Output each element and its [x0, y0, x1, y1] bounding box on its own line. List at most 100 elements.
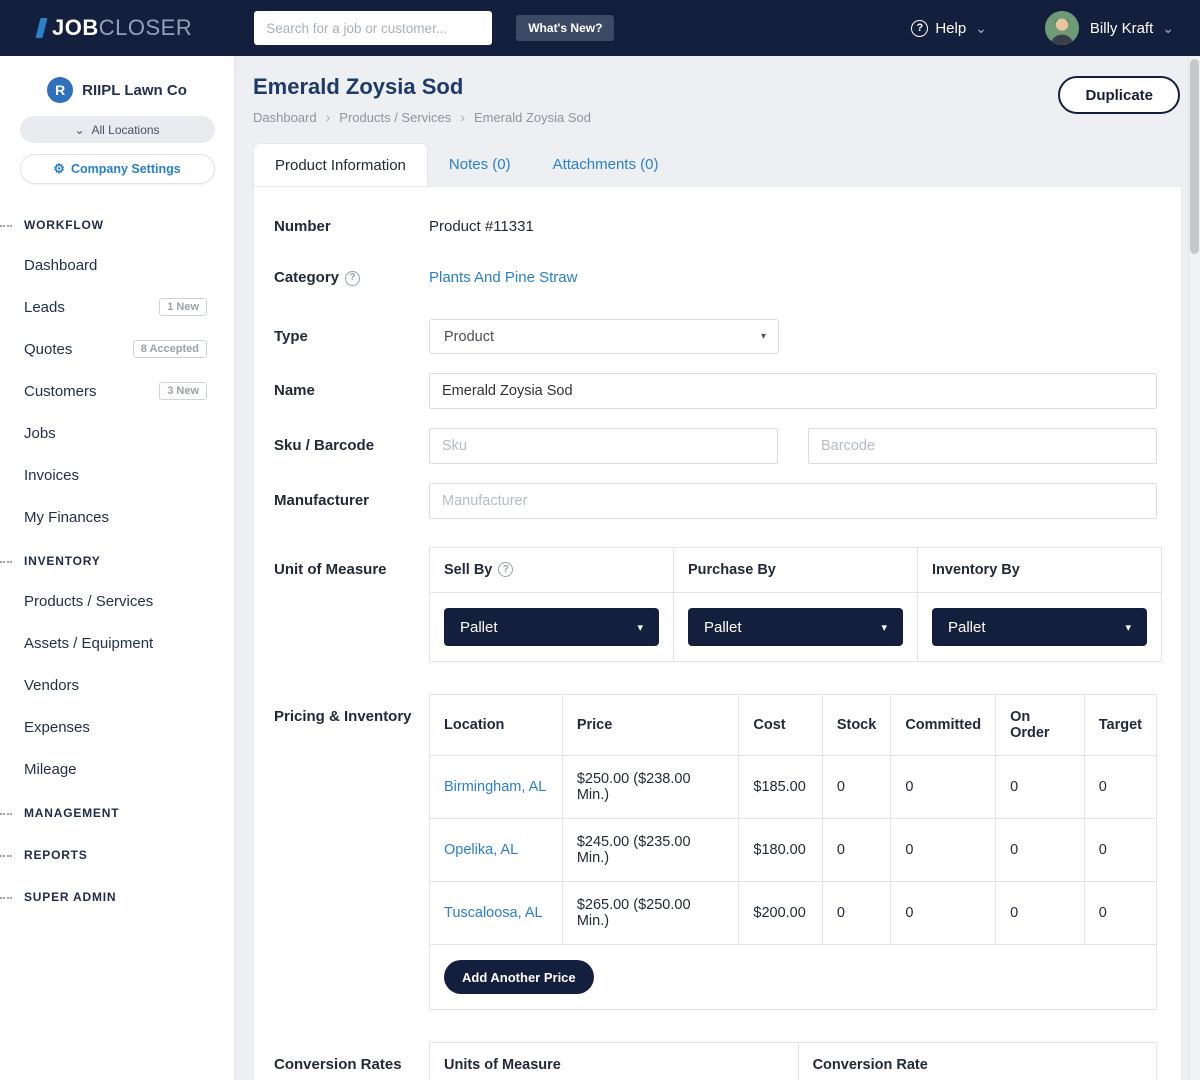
cost-cell: $200.00	[739, 882, 822, 945]
section-super-admin[interactable]: SUPER ADMIN	[0, 878, 234, 916]
sidebar-item-invoices[interactable]: Invoices	[0, 454, 234, 496]
pricing-inventory-label: Pricing & Inventory	[274, 694, 429, 727]
company-settings-label: Company Settings	[71, 162, 181, 176]
help-icon: ?	[911, 20, 928, 37]
main-content: Emerald Zoysia Sod Dashboard Products / …	[235, 56, 1188, 1080]
col-on-order: On Order	[996, 695, 1085, 756]
name-row: Name	[274, 373, 1157, 409]
user-avatar	[1045, 11, 1079, 45]
sidebar-nav: WORKFLOW Dashboard Leads1 New Quotes8 Ac…	[0, 206, 234, 916]
sku-input[interactable]	[429, 428, 778, 464]
manufacturer-row: Manufacturer	[274, 483, 1157, 519]
number-value: Product #11331	[429, 217, 1157, 237]
col-target: Target	[1084, 695, 1156, 756]
barcode-input[interactable]	[808, 428, 1157, 464]
breadcrumb-products-services[interactable]: Products / Services	[339, 109, 474, 125]
scrollbar-thumb[interactable]	[1190, 59, 1199, 254]
company-name: RIIPL Lawn Co	[82, 82, 187, 99]
number-row: Number Product #11331	[274, 217, 1157, 237]
sidebar-item-dashboard[interactable]: Dashboard	[0, 244, 234, 286]
type-select[interactable]: Product ▾	[429, 319, 779, 354]
logo-text-light: CLOSER	[99, 15, 192, 41]
on-order-cell: 0	[996, 819, 1085, 882]
breadcrumb: Dashboard Products / Services Emerald Zo…	[253, 109, 1182, 125]
company-selector[interactable]: R RIIPL Lawn Co	[0, 77, 234, 103]
manufacturer-input[interactable]	[429, 483, 1157, 519]
sidebar-item-quotes[interactable]: Quotes8 Accepted	[0, 328, 234, 370]
page-title: Emerald Zoysia Sod	[253, 74, 1182, 100]
app-logo[interactable]: JOB CLOSER	[38, 15, 192, 41]
help-label: Help	[935, 20, 966, 37]
caret-down-icon: ▾	[761, 331, 766, 342]
sidebar-item-vendors[interactable]: Vendors	[0, 664, 234, 706]
chevron-down-icon: ⌄	[1162, 20, 1174, 37]
sidebar-item-customers[interactable]: Customers3 New	[0, 370, 234, 412]
sidebar-item-jobs[interactable]: Jobs	[0, 412, 234, 454]
name-input[interactable]	[429, 373, 1157, 409]
price-cell: $245.00 ($235.00 Min.)	[562, 819, 739, 882]
conversion-rates-table: Units of Measure Conversion Rate No conv…	[429, 1042, 1157, 1080]
scrollbar-track[interactable]	[1188, 56, 1200, 1080]
col-price: Price	[562, 695, 739, 756]
pricing-table: Location Price Cost Stock Committed On O…	[429, 694, 1157, 1010]
sell-by-help-icon[interactable]: ?	[498, 562, 513, 577]
tab-attachments[interactable]: Attachments (0)	[532, 143, 680, 186]
page-header: Emerald Zoysia Sod Dashboard Products / …	[253, 74, 1182, 125]
global-search-input[interactable]	[254, 11, 492, 45]
whats-new-button[interactable]: What's New?	[516, 15, 614, 41]
caret-down-icon: ▾	[881, 621, 887, 634]
category-link[interactable]: Plants And Pine Straw	[429, 269, 577, 286]
user-menu[interactable]: Billy Kraft ⌄	[1045, 11, 1174, 45]
sidebar-item-assets-equipment[interactable]: Assets / Equipment	[0, 622, 234, 664]
tab-product-information[interactable]: Product Information	[253, 143, 428, 186]
col-cost: Cost	[739, 695, 822, 756]
inventory-by-select[interactable]: Pallet▾	[932, 608, 1147, 646]
help-menu[interactable]: ? Help ⌄	[911, 20, 987, 37]
col-location: Location	[430, 695, 563, 756]
conversion-header-row: Units of Measure Conversion Rate	[430, 1043, 1157, 1080]
sidebar-item-my-finances[interactable]: My Finances	[0, 496, 234, 538]
sell-by-select[interactable]: Pallet▾	[444, 608, 659, 646]
unit-of-measure-row: Unit of Measure Sell By? Purchase By Inv…	[274, 547, 1157, 662]
sidebar: R RIIPL Lawn Co ⌄ All Locations ⚙ Compan…	[0, 56, 235, 1080]
manufacturer-label: Manufacturer	[274, 483, 429, 511]
locations-dropdown[interactable]: ⌄ All Locations	[20, 116, 215, 143]
user-name: Billy Kraft	[1090, 20, 1153, 37]
category-label: Category?	[274, 268, 429, 288]
unit-of-measure-label: Unit of Measure	[274, 547, 429, 580]
add-another-price-button[interactable]: Add Another Price	[444, 960, 594, 994]
purchase-by-select[interactable]: Pallet▾	[688, 608, 903, 646]
locations-label: All Locations	[92, 123, 160, 137]
section-management[interactable]: MANAGEMENT	[0, 794, 234, 832]
location-link[interactable]: Tuscaloosa, AL	[444, 905, 543, 921]
on-order-cell: 0	[996, 756, 1085, 819]
price-cell: $265.00 ($250.00 Min.)	[562, 882, 739, 945]
breadcrumb-dashboard[interactable]: Dashboard	[253, 109, 339, 125]
company-avatar: R	[47, 77, 73, 103]
cost-cell: $185.00	[739, 756, 822, 819]
type-row: Type Product ▾	[274, 319, 1157, 354]
location-link[interactable]: Birmingham, AL	[444, 779, 546, 795]
leads-badge: 1 New	[159, 298, 207, 316]
target-cell: 0	[1084, 882, 1156, 945]
sidebar-item-mileage[interactable]: Mileage	[0, 748, 234, 790]
target-cell: 0	[1084, 819, 1156, 882]
tab-notes[interactable]: Notes (0)	[428, 143, 532, 186]
col-units-of-measure: Units of Measure	[430, 1043, 799, 1080]
unit-of-measure-table: Sell By? Purchase By Inventory By Pallet…	[429, 547, 1162, 662]
section-reports[interactable]: REPORTS	[0, 836, 234, 874]
gear-icon: ⚙	[53, 161, 65, 177]
breadcrumb-current: Emerald Zoysia Sod	[474, 110, 591, 125]
duplicate-button[interactable]: Duplicate	[1058, 76, 1180, 114]
location-link[interactable]: Opelika, AL	[444, 842, 518, 858]
stock-cell: 0	[822, 756, 891, 819]
table-row: Tuscaloosa, AL $265.00 ($250.00 Min.) $2…	[430, 882, 1157, 945]
pricing-header-row: Location Price Cost Stock Committed On O…	[430, 695, 1157, 756]
category-help-icon[interactable]: ?	[345, 271, 360, 286]
sidebar-item-leads[interactable]: Leads1 New	[0, 286, 234, 328]
sidebar-item-expenses[interactable]: Expenses	[0, 706, 234, 748]
target-cell: 0	[1084, 756, 1156, 819]
stock-cell: 0	[822, 882, 891, 945]
company-settings-button[interactable]: ⚙ Company Settings	[20, 154, 215, 184]
sidebar-item-products-services[interactable]: Products / Services	[0, 580, 234, 622]
